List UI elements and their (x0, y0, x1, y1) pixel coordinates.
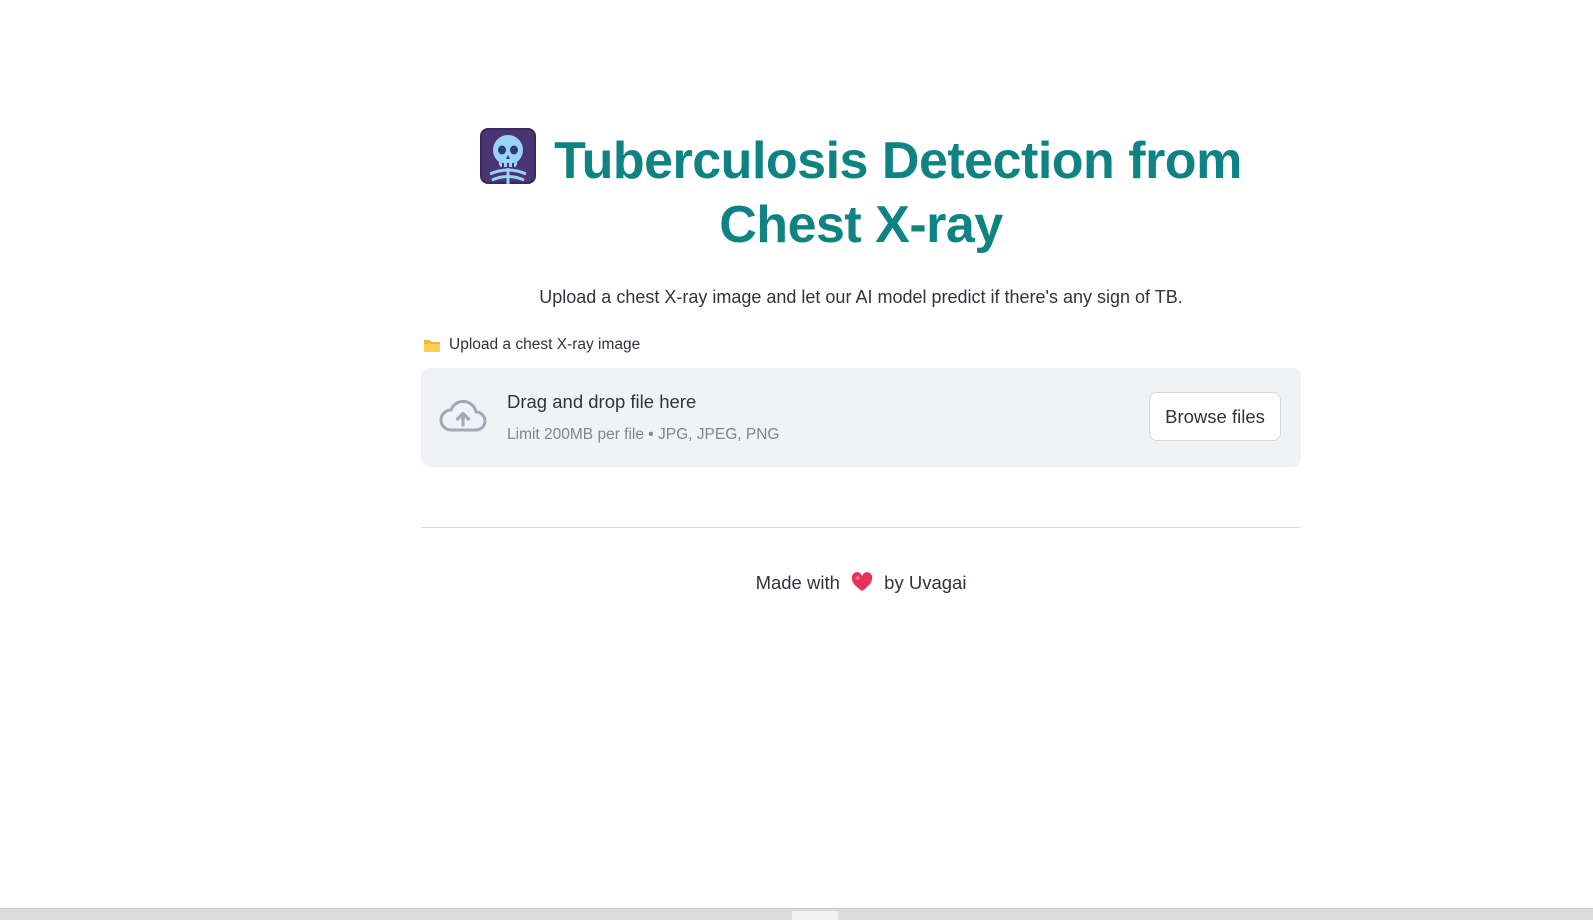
dropzone-title: Drag and drop file here (507, 391, 697, 412)
page-header: Tuberculosis Detection from Chest X-ray (421, 128, 1301, 257)
scrollbar-thumb[interactable] (792, 911, 838, 920)
x-ray-skeleton-icon (480, 128, 537, 184)
divider (421, 527, 1301, 528)
page-title-text: Tuberculosis Detection from Chest X-ray (554, 132, 1242, 254)
page-title: Tuberculosis Detection from Chest X-ray (421, 128, 1301, 257)
cloud-upload-icon (439, 399, 487, 432)
uploader-label-text: Upload a chest X-ray image (449, 336, 641, 353)
footer-suffix: by Uvagai (884, 572, 967, 593)
page: Tuberculosis Detection from Chest X-ray … (0, 0, 1593, 920)
footer-prefix: Made with (755, 572, 840, 593)
heart-icon (851, 572, 873, 591)
folder-icon (424, 339, 440, 352)
uploader-label: Upload a chest X-ray image (423, 336, 640, 354)
page-subtitle: Upload a chest X-ray image and let our A… (539, 287, 1183, 307)
dropzone-limit-text: Limit 200MB per file • JPG, JPEG, PNG (507, 426, 780, 443)
footer: Made with by Uvagai (421, 572, 1301, 594)
horizontal-scrollbar[interactable] (0, 908, 1593, 920)
browse-files-button[interactable]: Browse files (1149, 392, 1281, 441)
file-dropzone[interactable]: Drag and drop file here Limit 200MB per … (421, 368, 1301, 467)
